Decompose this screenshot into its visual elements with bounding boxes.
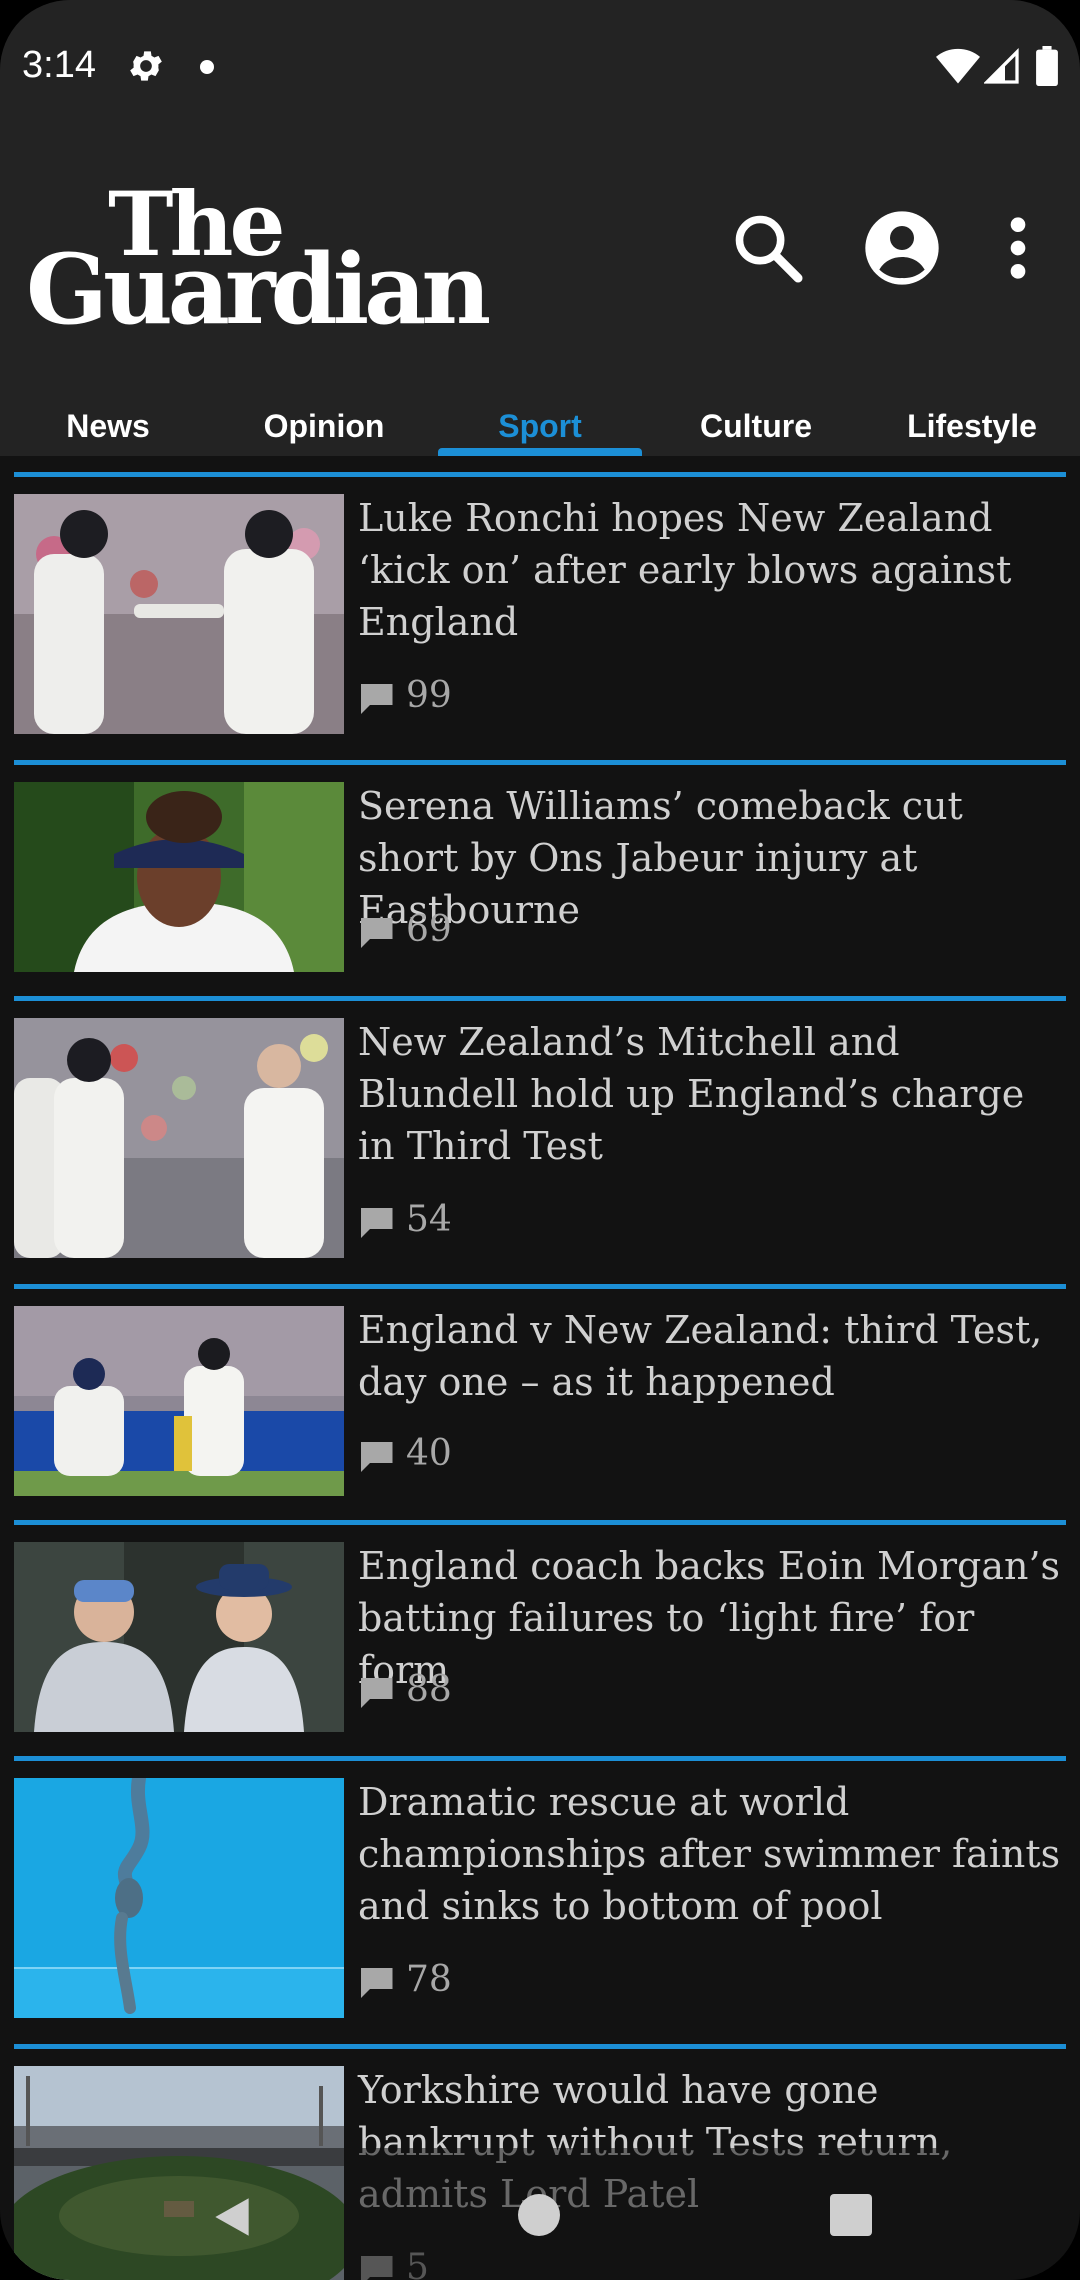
article-thumbnail (14, 1778, 344, 2018)
battery-icon (1036, 46, 1058, 86)
logo-text-guardian: Guardian (26, 233, 491, 346)
card-divider (14, 472, 1066, 477)
system-nav-bar (0, 2148, 1080, 2280)
article-card[interactable]: Luke Ronchi hopes New Zealand ‘kick on’ … (14, 472, 1066, 762)
tab-news[interactable]: News (0, 358, 216, 456)
status-bar: 3:14 (0, 0, 1080, 130)
article-headline: England coach backs Eoin Morgan’s battin… (358, 1544, 1061, 1692)
tab-culture[interactable]: Culture (648, 358, 864, 456)
card-divider (14, 996, 1066, 1001)
recents-icon[interactable] (830, 2194, 872, 2236)
comment-icon (359, 1678, 393, 1708)
comment-count-value: 99 (406, 675, 452, 716)
comment-icon (359, 684, 393, 714)
comment-count-value: 78 (406, 1959, 452, 2000)
tab-sport[interactable]: Sport (432, 358, 648, 456)
active-tab-indicator (438, 448, 642, 456)
comment-icon (359, 1208, 393, 1238)
app-header: The Guardian News Opinion Sport Culture … (0, 130, 1080, 456)
article-feed[interactable]: Luke Ronchi hopes New Zealand ‘kick on’ … (0, 456, 1080, 2280)
comment-count-value: 88 (406, 1669, 452, 1710)
comment-count-value: 40 (406, 1433, 452, 1474)
article-thumbnail (14, 782, 344, 972)
status-time: 3:14 (22, 44, 96, 86)
notification-dot-icon (200, 60, 214, 74)
wifi-icon (936, 48, 980, 84)
article-card[interactable]: New Zealand’s Mitchell and Blundell hold… (14, 996, 1066, 1286)
section-tabs: News Opinion Sport Culture Lifestyle (0, 358, 1080, 456)
comment-count-value: 54 (406, 1199, 452, 1240)
article-headline: England v New Zealand: third Test, day o… (358, 1308, 1043, 1404)
article-card[interactable]: England v New Zealand: third Test, day o… (14, 1284, 1066, 1520)
comment-icon (359, 918, 393, 948)
search-icon[interactable] (730, 210, 806, 286)
article-thumbnail (14, 1542, 344, 1732)
article-thumbnail (14, 1306, 344, 1496)
card-divider (14, 2044, 1066, 2049)
card-divider (14, 1520, 1066, 1525)
back-icon[interactable] (204, 2192, 260, 2242)
article-card[interactable]: Dramatic rescue at world championships a… (14, 1756, 1066, 2046)
account-icon[interactable] (862, 208, 942, 288)
article-thumbnail (14, 494, 344, 734)
guardian-logo[interactable]: The Guardian (26, 180, 491, 338)
home-icon[interactable] (518, 2194, 560, 2236)
article-thumbnail (14, 1018, 344, 1258)
phone-screen: 3:14 The Guardian News Opinion Sport Cul… (0, 0, 1080, 2280)
article-headline: Serena Williams’ comeback cut short by O… (358, 784, 963, 932)
article-card[interactable]: England coach backs Eoin Morgan’s battin… (14, 1520, 1066, 1756)
more-vert-icon[interactable] (1000, 208, 1036, 288)
comment-icon (359, 1442, 393, 1472)
tab-lifestyle[interactable]: Lifestyle (864, 358, 1080, 456)
card-divider (14, 1284, 1066, 1289)
tab-opinion[interactable]: Opinion (216, 358, 432, 456)
cell-signal-icon (984, 48, 1019, 84)
article-card[interactable]: Serena Williams’ comeback cut short by O… (14, 760, 1066, 996)
comment-icon (359, 1968, 393, 1998)
article-headline: Luke Ronchi hopes New Zealand ‘kick on’ … (358, 496, 1012, 644)
card-divider (14, 1756, 1066, 1761)
gear-icon (130, 51, 162, 81)
comment-count-value: 69 (406, 909, 452, 950)
article-headline: New Zealand’s Mitchell and Blundell hold… (358, 1020, 1025, 1168)
article-headline: Dramatic rescue at world championships a… (358, 1780, 1061, 1928)
card-divider (14, 760, 1066, 765)
